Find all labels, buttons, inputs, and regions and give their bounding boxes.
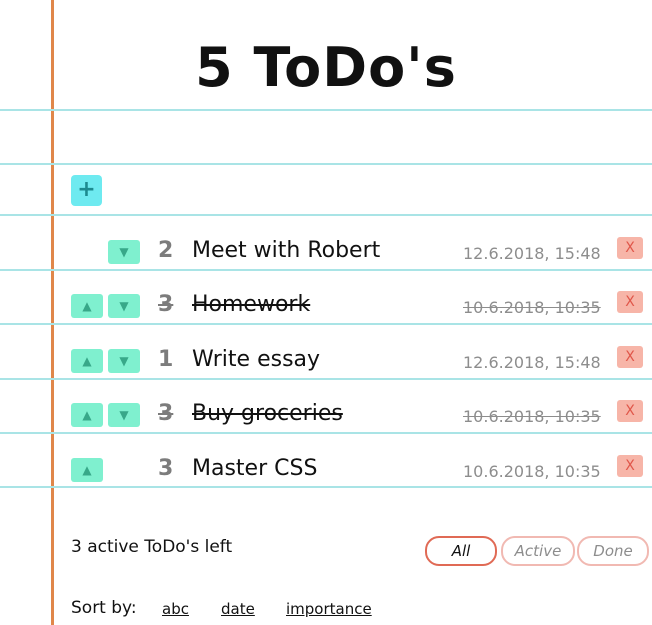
sort-abc-link[interactable]: abc (162, 600, 189, 618)
triangle-up-icon: ▲ (82, 354, 92, 368)
plus-icon: + (77, 177, 96, 202)
move-down-button[interactable]: ▼ (108, 294, 140, 318)
triangle-down-icon: ▼ (119, 299, 129, 313)
todo-text[interactable]: Buy groceries (192, 401, 343, 426)
close-icon: X (625, 458, 635, 474)
delete-todo-button[interactable]: X (617, 237, 643, 259)
todo-text[interactable]: Meet with Robert (192, 238, 380, 263)
todo-priority: 3 (158, 401, 174, 426)
close-icon: X (625, 349, 635, 365)
triangle-up-icon: ▲ (82, 408, 92, 422)
filter-done-button[interactable]: Done (577, 536, 649, 566)
todo-item: ▲ ▼ 1 Write essay 12.6.2018, 15:48 X (0, 339, 652, 393)
todo-item: ▲ 3 Master CSS 10.6.2018, 10:35 X (0, 448, 652, 502)
close-icon: X (625, 294, 635, 310)
move-down-button[interactable]: ▼ (108, 240, 140, 264)
sort-date-link[interactable]: date (221, 600, 255, 618)
todo-date: 10.6.2018, 10:35 (463, 407, 601, 426)
triangle-down-icon: ▼ (119, 245, 129, 259)
delete-todo-button[interactable]: X (617, 455, 643, 477)
ruled-line (0, 214, 652, 216)
ruled-line (0, 163, 652, 165)
todo-priority: 2 (158, 238, 174, 263)
todo-text[interactable]: Master CSS (192, 456, 317, 481)
todo-item: ▲ ▼ 3 Buy groceries 10.6.2018, 10:35 X (0, 393, 652, 447)
filter-active-button[interactable]: Active (501, 536, 575, 566)
close-icon: X (625, 240, 635, 256)
todo-date: 10.6.2018, 10:35 (463, 462, 601, 481)
todo-text[interactable]: Homework (192, 292, 310, 317)
todo-date: 12.6.2018, 15:48 (463, 244, 601, 263)
page-title: 5 ToDo's (195, 36, 457, 99)
todo-priority: 3 (158, 456, 174, 481)
triangle-up-icon: ▲ (82, 299, 92, 313)
delete-todo-button[interactable]: X (617, 291, 643, 313)
todo-text[interactable]: Write essay (192, 347, 320, 372)
filter-all-button[interactable]: All (425, 536, 497, 566)
sort-importance-link[interactable]: importance (286, 600, 372, 618)
todo-item: ▲ ▼ 3 Homework 10.6.2018, 10:35 X (0, 284, 652, 338)
delete-todo-button[interactable]: X (617, 400, 643, 422)
ruled-line (0, 109, 652, 111)
move-up-button[interactable]: ▲ (71, 349, 103, 373)
triangle-down-icon: ▼ (119, 408, 129, 422)
triangle-down-icon: ▼ (119, 354, 129, 368)
add-todo-button[interactable]: + (71, 175, 102, 206)
move-up-button[interactable]: ▲ (71, 294, 103, 318)
todo-date: 10.6.2018, 10:35 (463, 298, 601, 317)
todo-priority: 3 (158, 292, 174, 317)
move-down-button[interactable]: ▼ (108, 403, 140, 427)
todo-item: ▼ 2 Meet with Robert 12.6.2018, 15:48 X (0, 230, 652, 284)
move-up-button[interactable]: ▲ (71, 458, 103, 482)
close-icon: X (625, 403, 635, 419)
delete-todo-button[interactable]: X (617, 346, 643, 368)
move-down-button[interactable]: ▼ (108, 349, 140, 373)
todo-page: 5 ToDo's + ▼ 2 Meet with Robert 12.6.201… (0, 0, 652, 625)
todo-priority: 1 (158, 347, 174, 372)
active-count-label: 3 active ToDo's left (71, 537, 233, 557)
triangle-up-icon: ▲ (82, 463, 92, 477)
move-up-button[interactable]: ▲ (71, 403, 103, 427)
sort-label: Sort by: (71, 598, 137, 618)
todo-date: 12.6.2018, 15:48 (463, 353, 601, 372)
